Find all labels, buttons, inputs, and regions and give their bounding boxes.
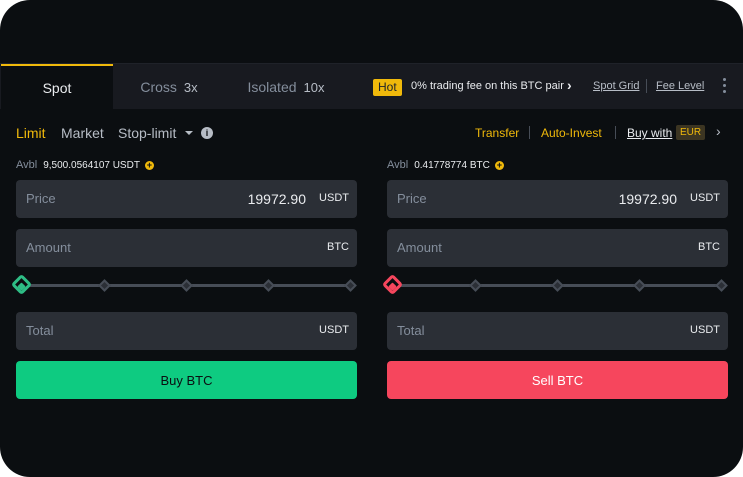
tab-spot[interactable]: Spot <box>1 64 113 110</box>
slider-step-25[interactable] <box>98 279 111 292</box>
sell-amount-label: Amount <box>397 240 442 255</box>
buy-button[interactable]: Buy BTC <box>16 361 357 399</box>
chevron-right-icon[interactable]: › <box>716 123 721 139</box>
buy-total-label: Total <box>26 323 54 338</box>
sell-price-value[interactable]: 19972.90 <box>619 191 677 207</box>
sell-avbl-value: 0.41778774 BTC <box>414 160 490 171</box>
order-type-market[interactable]: Market <box>61 125 104 141</box>
tab-isolated-leverage: 10x <box>303 79 325 95</box>
spot-grid-link[interactable]: Spot Grid <box>593 80 639 92</box>
slider-step-25[interactable] <box>469 279 482 292</box>
sell-percent-slider[interactable] <box>381 273 728 296</box>
order-type-stop-limit[interactable]: Stop-limit <box>118 125 176 141</box>
buy-available: Avbl 9,500.0564107 USDT + <box>16 159 154 171</box>
currency-badge[interactable]: EUR <box>676 125 706 140</box>
tab-cross[interactable]: Cross 3x <box>113 64 225 110</box>
buy-price-label: Price <box>26 191 56 206</box>
tab-isolated-label: Isolated <box>247 79 297 95</box>
buy-price-unit: USDT <box>319 192 349 204</box>
chevron-right-icon[interactable]: › <box>567 77 572 93</box>
buy-with-link[interactable]: Buy with <box>627 126 672 140</box>
fee-level-link[interactable]: Fee Level <box>656 80 704 92</box>
tab-cross-label: Cross <box>140 79 177 95</box>
buy-amount-field[interactable]: Amount BTC <box>16 229 357 267</box>
sell-amount-unit: BTC <box>698 241 720 253</box>
margin-mode-tabbar: Spot Cross 3x Isolated 10x Hot 0% tradin… <box>0 63 743 110</box>
slider-step-75[interactable] <box>262 279 275 292</box>
link-divider <box>615 126 616 139</box>
slider-step-100[interactable] <box>715 279 728 292</box>
tab-cross-leverage: 3x <box>183 79 198 95</box>
slider-step-50[interactable] <box>180 279 193 292</box>
buy-total-unit: USDT <box>319 324 349 336</box>
tab-isolated[interactable]: Isolated 10x <box>225 64 347 110</box>
buy-total-field[interactable]: Total USDT <box>16 312 357 350</box>
toolbar-divider <box>646 79 647 93</box>
slider-step-75[interactable] <box>633 279 646 292</box>
sell-total-field[interactable]: Total USDT <box>387 312 728 350</box>
slider-handle-icon[interactable] <box>10 273 33 296</box>
slider-step-50[interactable] <box>551 279 564 292</box>
buy-avbl-value: 9,500.0564107 USDT <box>43 160 140 171</box>
tab-spot-label: Spot <box>42 80 72 96</box>
buy-price-value[interactable]: 19972.90 <box>248 191 306 207</box>
trading-panel: Spot Cross 3x Isolated 10x Hot 0% tradin… <box>0 0 743 477</box>
sell-total-label: Total <box>397 323 425 338</box>
buy-amount-label: Amount <box>26 240 71 255</box>
link-divider <box>529 126 530 139</box>
buy-avbl-label: Avbl <box>16 159 38 171</box>
buy-price-field[interactable]: Price 19972.90 USDT <box>16 180 357 218</box>
slider-handle-icon[interactable] <box>381 273 404 296</box>
hot-badge: Hot <box>373 79 402 96</box>
add-funds-icon[interactable]: + <box>144 161 154 170</box>
auto-invest-link[interactable]: Auto-Invest <box>541 126 602 140</box>
dropdown-caret-icon[interactable] <box>185 131 193 135</box>
buy-amount-unit: BTC <box>327 241 349 253</box>
transfer-link[interactable]: Transfer <box>475 126 519 140</box>
sell-avbl-label: Avbl <box>387 159 409 171</box>
promo-text[interactable]: 0% trading fee on this BTC pair <box>411 80 564 92</box>
slider-step-100[interactable] <box>344 279 357 292</box>
sell-price-unit: USDT <box>690 192 720 204</box>
sell-price-label: Price <box>397 191 427 206</box>
sell-button[interactable]: Sell BTC <box>387 361 728 399</box>
more-icon[interactable] <box>723 78 727 94</box>
sell-available: Avbl 0.41778774 BTC + <box>387 159 504 171</box>
buy-percent-slider[interactable] <box>10 273 357 296</box>
sell-amount-field[interactable]: Amount BTC <box>387 229 728 267</box>
sell-price-field[interactable]: Price 19972.90 USDT <box>387 180 728 218</box>
add-funds-icon[interactable]: + <box>494 161 504 170</box>
sell-total-unit: USDT <box>690 324 720 336</box>
order-type-limit[interactable]: Limit <box>16 125 46 141</box>
info-icon[interactable]: i <box>201 127 213 139</box>
